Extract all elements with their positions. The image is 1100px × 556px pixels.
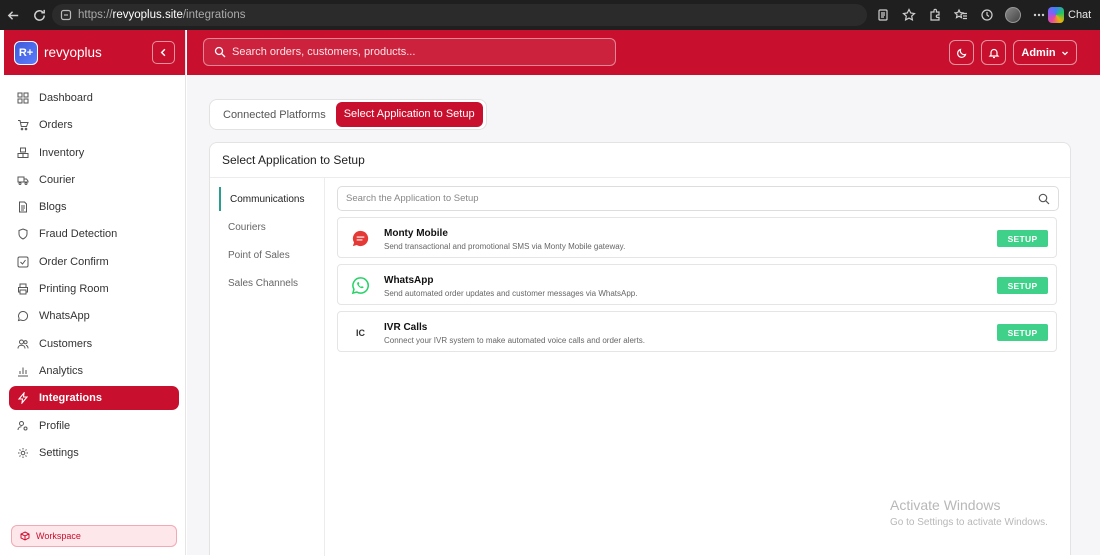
sidebar-item-blogs[interactable]: Blogs [9, 195, 179, 219]
logo-badge: R+ [14, 40, 38, 65]
sidebar-item-integrations[interactable]: Integrations [9, 386, 179, 411]
document-icon [17, 201, 29, 213]
category-list: Communications Couriers Point of Sales S… [210, 178, 325, 556]
notifications-button[interactable] [981, 40, 1006, 65]
app-shell: R+ revyoplus Dashboard Orders Inventory … [0, 30, 1100, 556]
app-description: Send transactional and promotional SMS v… [384, 242, 626, 251]
app-name: IVR Calls [384, 322, 428, 333]
sidebar-item-printing-room[interactable]: Printing Room [9, 277, 179, 301]
back-arrow-icon[interactable] [0, 0, 26, 30]
gear-icon [17, 447, 29, 459]
monty-mobile-icon [351, 229, 370, 248]
setup-button[interactable]: SETUP [997, 324, 1048, 341]
users-icon [17, 338, 29, 350]
tab-select-application[interactable]: Select Application to Setup [335, 102, 483, 127]
collapse-sidebar-button[interactable] [152, 41, 175, 64]
favorite-star-icon[interactable] [896, 0, 922, 30]
sidebar: R+ revyoplus Dashboard Orders Inventory … [4, 30, 186, 555]
history-icon[interactable] [974, 0, 1000, 30]
sidebar-item-order-confirm[interactable]: Order Confirm [9, 250, 179, 274]
application-list: Monty Mobile Send transactional and prom… [337, 186, 1059, 352]
setup-button[interactable]: SETUP [997, 277, 1048, 294]
brand-name: revyoplus [44, 45, 102, 60]
ivr-calls-icon: IC [356, 327, 365, 338]
category-sales-channels[interactable]: Sales Channels [210, 271, 324, 295]
bolt-icon [17, 392, 29, 405]
windows-activation-watermark: Activate Windows Go to Settings to activ… [890, 497, 1048, 528]
app-search-input[interactable] [346, 193, 1026, 204]
app-row-monty-mobile: Monty Mobile Send transactional and prom… [337, 217, 1057, 258]
app-header: Admin [187, 30, 1100, 75]
sidebar-item-profile[interactable]: Profile [9, 414, 179, 438]
category-couriers[interactable]: Couriers [210, 215, 324, 239]
setup-card: Select Application to Setup Communicatio… [209, 142, 1071, 556]
workspace-button[interactable]: Workspace [11, 525, 177, 547]
reading-view-icon[interactable] [870, 0, 896, 30]
app-row-ivr-calls: IC IVR Calls Connect your IVR system to … [337, 311, 1057, 352]
app-description: Send automated order updates and custome… [384, 289, 638, 298]
sidebar-item-courier[interactable]: Courier [9, 168, 179, 192]
sidebar-item-dashboard[interactable]: Dashboard [9, 86, 179, 110]
search-input[interactable] [232, 46, 602, 58]
card-title: Select Application to Setup [210, 143, 1070, 178]
url-text: https://revyoplus.site/integrations [78, 9, 246, 21]
chevron-down-icon [1061, 51, 1068, 55]
theme-toggle-button[interactable] [949, 40, 974, 65]
app-search-field[interactable] [337, 186, 1059, 211]
extensions-icon[interactable] [922, 0, 948, 30]
app-description: Connect your IVR system to make automate… [384, 336, 646, 345]
search-icon [214, 46, 226, 58]
bell-icon [988, 48, 999, 58]
category-point-of-sales[interactable]: Point of Sales [210, 243, 324, 267]
check-square-icon [17, 256, 29, 268]
app-row-whatsapp: WhatsApp Send automated order updates an… [337, 264, 1057, 305]
cart-icon [17, 119, 29, 131]
lock-icon [60, 9, 72, 21]
user-gear-icon [17, 420, 29, 432]
workspace-icon [20, 531, 30, 541]
sidebar-item-orders[interactable]: Orders [9, 113, 179, 137]
printer-icon [17, 283, 29, 295]
sidebar-item-whatsapp[interactable]: WhatsApp [9, 304, 179, 328]
sidebar-nav: Dashboard Orders Inventory Courier Blogs… [4, 75, 185, 465]
admin-menu-button[interactable]: Admin [1013, 40, 1077, 65]
sidebar-item-settings[interactable]: Settings [9, 441, 179, 465]
truck-icon [17, 174, 29, 186]
reload-icon[interactable] [26, 0, 52, 30]
bar-chart-icon [17, 365, 29, 377]
copilot-icon [1048, 7, 1064, 23]
moon-icon [956, 48, 966, 58]
browser-toolbar: https://revyoplus.site/integrations Chat [0, 0, 1100, 30]
copilot-chat-button[interactable]: Chat [1048, 6, 1091, 24]
sidebar-item-inventory[interactable]: Inventory [9, 141, 179, 165]
main-content: Connected Platforms Select Application t… [187, 75, 1100, 556]
sidebar-header: R+ revyoplus [4, 30, 185, 75]
app-name: WhatsApp [384, 275, 434, 286]
favorites-bar-icon[interactable] [948, 0, 974, 30]
shield-icon [17, 228, 29, 241]
category-communications[interactable]: Communications [219, 187, 324, 211]
grid-icon [17, 92, 29, 104]
tab-bar: Connected Platforms Select Application t… [209, 99, 487, 130]
search-icon[interactable] [1038, 193, 1050, 205]
profile-avatar[interactable] [1000, 0, 1026, 30]
address-bar[interactable]: https://revyoplus.site/integrations [52, 4, 867, 26]
chat-bubble-icon [17, 310, 29, 322]
app-name: Monty Mobile [384, 228, 448, 239]
sidebar-item-customers[interactable]: Customers [9, 332, 179, 356]
setup-button[interactable]: SETUP [997, 230, 1048, 247]
tab-connected-platforms[interactable]: Connected Platforms [221, 109, 328, 121]
global-search[interactable] [203, 38, 616, 66]
sidebar-item-fraud-detection[interactable]: Fraud Detection [9, 222, 179, 246]
whatsapp-icon [351, 276, 370, 295]
sidebar-item-analytics[interactable]: Analytics [9, 359, 179, 383]
boxes-icon [17, 147, 29, 159]
